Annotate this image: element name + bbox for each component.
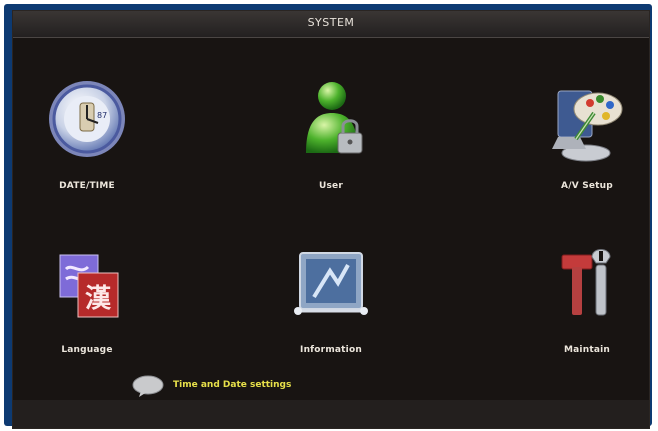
frame: SYSTEM 87 DATE/TIME User A/V Setup 漢 Lan… <box>0 0 658 431</box>
title-bar: SYSTEM <box>13 11 649 38</box>
svg-text:87: 87 <box>97 111 107 120</box>
menu-item-information[interactable]: Information <box>251 243 411 373</box>
menu-label-maintain: Maintain <box>564 345 610 355</box>
menu-item-user[interactable]: User <box>251 79 411 209</box>
svg-text:漢: 漢 <box>85 284 112 314</box>
menu-label-av-setup: A/V Setup <box>561 181 613 191</box>
menu-label-user: User <box>318 181 343 191</box>
av-setup-icon <box>552 90 623 162</box>
speech-bubble-icon <box>132 375 164 397</box>
menu-item-av-setup[interactable]: A/V Setup <box>507 79 658 209</box>
status-text: Time and Date settings <box>173 380 292 390</box>
maintain-icon <box>561 249 611 316</box>
menu-item-maintain[interactable]: Maintain <box>507 243 658 373</box>
bottom-bar <box>13 400 649 428</box>
clock-icon: 87 <box>49 81 125 157</box>
user-icon <box>306 82 363 154</box>
menu-item-language[interactable]: 漢 Language <box>7 243 167 373</box>
menu-label-date-time: DATE/TIME <box>59 181 115 191</box>
information-icon <box>294 252 368 315</box>
menu-label-language: Language <box>61 345 113 355</box>
language-icon: 漢 <box>59 254 119 318</box>
menu-label-information: Information <box>300 345 362 355</box>
system-menu-window: SYSTEM 87 DATE/TIME User A/V Setup 漢 Lan… <box>12 10 650 429</box>
menu-item-date-time[interactable]: 87 DATE/TIME <box>7 79 167 209</box>
window-title: SYSTEM <box>307 16 355 29</box>
